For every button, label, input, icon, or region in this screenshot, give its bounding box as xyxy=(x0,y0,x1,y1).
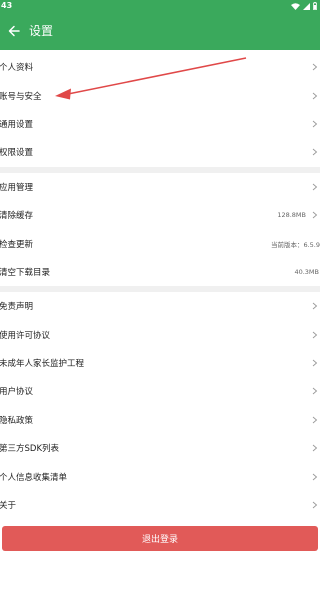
settings-group-legal: 免责声明 使用许可协议 未成年人家长监护工程 用户协议 隐私政策 第三方SDK列… xyxy=(0,292,320,520)
settings-group-storage: 应用管理 清除缓存 128.8MB 检查更新 当前版本：6.5.9 清空下载目录… xyxy=(0,172,320,287)
page-title: 设置 xyxy=(29,24,54,38)
logout-button[interactable]: 退出登录 xyxy=(2,526,318,551)
chevron-right-icon xyxy=(310,386,320,396)
settings-item-label: 免责声明 xyxy=(0,302,34,313)
chevron-right-icon xyxy=(310,472,320,482)
settings-item-label: 使用许可协议 xyxy=(0,330,51,341)
settings-item-check-update[interactable]: 检查更新 当前版本：6.5.9 xyxy=(0,229,320,257)
settings-item-parental-guardian[interactable]: 未成年人家长监护工程 xyxy=(0,349,320,377)
settings-item-label: 清空下载目录 xyxy=(0,267,51,278)
chevron-right-icon xyxy=(310,443,320,453)
settings-item-account-security[interactable]: 账号与安全 xyxy=(0,81,320,109)
chevron-right-icon xyxy=(310,119,320,129)
settings-item-label: 权限设置 xyxy=(0,148,34,159)
settings-item-general[interactable]: 通用设置 xyxy=(0,110,320,138)
download-size-value: 40.3MB xyxy=(294,267,319,276)
settings-item-profile[interactable]: 个人资料 xyxy=(0,53,320,81)
settings-list: 个人资料 账号与安全 通用设置 权限设置 应用管理 清除缓存 128.8MB 检… xyxy=(0,53,320,520)
settings-item-license[interactable]: 使用许可协议 xyxy=(0,321,320,349)
chevron-right-icon xyxy=(310,358,320,368)
chevron-right-icon xyxy=(310,330,320,340)
wifi-icon xyxy=(291,2,300,10)
settings-item-label: 通用设置 xyxy=(0,119,34,130)
settings-item-permissions[interactable]: 权限设置 xyxy=(0,138,320,166)
settings-item-app-management[interactable]: 应用管理 xyxy=(0,173,320,201)
settings-item-label: 关于 xyxy=(0,501,17,512)
settings-item-label: 个人信息收集清单 xyxy=(0,472,68,483)
status-icons xyxy=(291,2,317,10)
signal-icon xyxy=(303,2,310,10)
version-value: 当前版本：6.5.9 xyxy=(270,240,320,249)
settings-item-third-party-sdk[interactable]: 第三方SDK列表 xyxy=(0,434,320,462)
chevron-right-icon xyxy=(310,182,320,192)
settings-group-account: 个人资料 账号与安全 通用设置 权限设置 xyxy=(0,53,320,167)
chevron-right-icon xyxy=(310,415,320,425)
chevron-right-icon xyxy=(310,210,320,220)
back-arrow-icon[interactable] xyxy=(4,21,24,41)
settings-item-label: 未成年人家长监护工程 xyxy=(0,359,85,370)
chevron-right-icon xyxy=(310,91,320,101)
settings-item-clear-downloads[interactable]: 清空下载目录 40.3MB xyxy=(0,258,320,286)
chevron-right-icon xyxy=(310,500,320,510)
status-bar: 43 xyxy=(0,0,320,12)
settings-item-about[interactable]: 关于 xyxy=(0,491,320,519)
chevron-right-icon xyxy=(310,62,320,72)
settings-item-label: 检查更新 xyxy=(0,239,34,250)
settings-item-disclaimer[interactable]: 免责声明 xyxy=(0,292,320,320)
settings-item-label: 账号与安全 xyxy=(0,91,42,102)
settings-item-personal-info-list[interactable]: 个人信息收集清单 xyxy=(0,462,320,490)
status-time: 43 xyxy=(1,1,13,10)
settings-item-label: 隐私政策 xyxy=(0,415,34,426)
chevron-right-icon xyxy=(310,147,320,157)
settings-item-label: 个人资料 xyxy=(0,63,34,74)
chevron-right-icon xyxy=(310,301,320,311)
settings-item-label: 应用管理 xyxy=(0,182,34,193)
settings-item-clear-cache[interactable]: 清除缓存 128.8MB xyxy=(0,201,320,229)
settings-item-privacy-policy[interactable]: 隐私政策 xyxy=(0,406,320,434)
app-bar: 设置 xyxy=(0,12,320,50)
settings-item-label: 第三方SDK列表 xyxy=(0,444,60,455)
cache-size-value: 128.8MB xyxy=(277,211,306,220)
settings-item-label: 用户协议 xyxy=(0,387,34,398)
settings-item-label: 清除缓存 xyxy=(0,211,34,222)
settings-item-user-agreement[interactable]: 用户协议 xyxy=(0,377,320,405)
battery-icon xyxy=(313,2,317,10)
